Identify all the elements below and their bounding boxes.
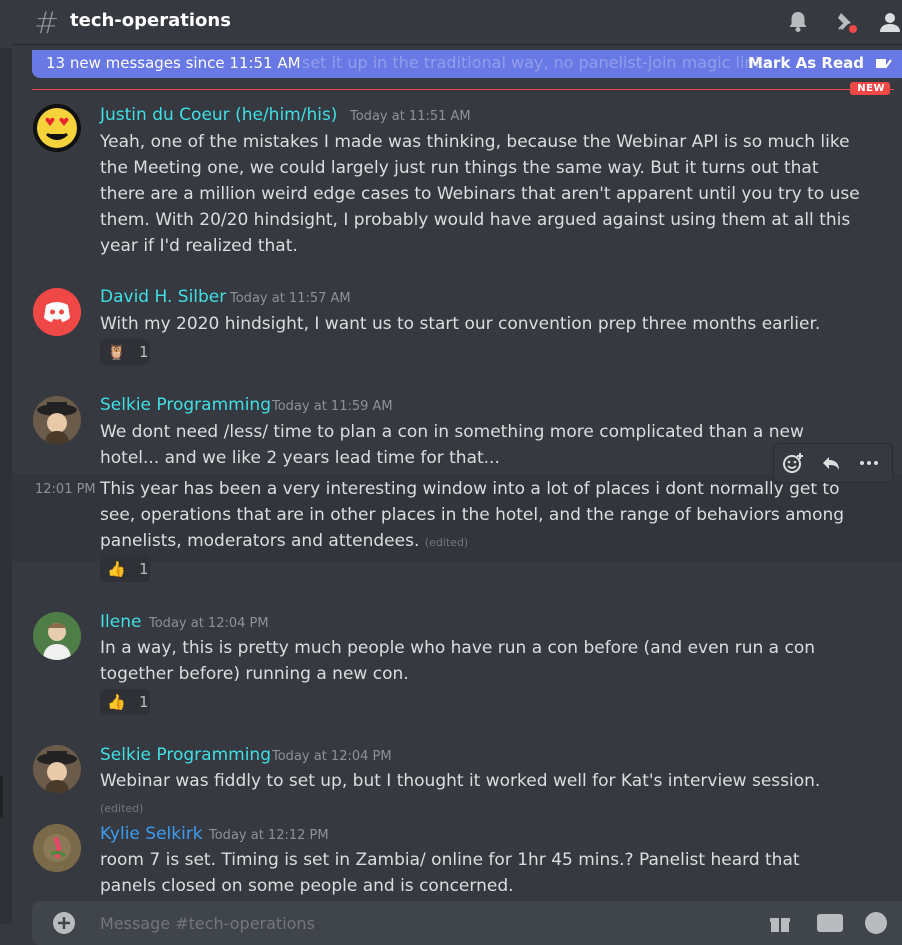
message-actions-bar: [773, 443, 893, 483]
message-author[interactable]: Selkie Programming: [100, 745, 271, 765]
message-input-bar: Message #tech-operations: [32, 901, 902, 945]
message-author[interactable]: Kylie Selkirk: [100, 824, 203, 844]
reply-icon[interactable]: [812, 444, 850, 482]
gif-icon[interactable]: [816, 911, 843, 935]
avatar-ilene[interactable]: [33, 612, 81, 660]
avatar-selkie[interactable]: [33, 396, 81, 444]
edited-tag: (edited): [424, 536, 469, 549]
message-side-timestamp: 12:01 PM: [35, 482, 96, 497]
message-text: In a way, this is pretty much people who…: [100, 638, 816, 684]
new-messages-bar[interactable]: set it up in the traditional way, no pan…: [32, 50, 902, 78]
avatar-david[interactable]: [33, 288, 81, 336]
reaction-count: 1: [139, 343, 149, 361]
avatar-justin[interactable]: [33, 104, 81, 152]
members-icon[interactable]: [876, 8, 902, 36]
avatar-kylie[interactable]: [33, 824, 81, 872]
avatar-selkie[interactable]: [33, 745, 81, 793]
bell-icon[interactable]: [784, 8, 812, 36]
message-text: Yeah, one of the mistakes I made was thi…: [100, 132, 860, 256]
add-reaction-icon[interactable]: [774, 444, 812, 482]
owl-icon: 🦉: [107, 343, 126, 361]
channel-header: # tech-operations: [12, 0, 902, 44]
thumbs-up-icon: 👍: [107, 560, 126, 578]
message-body: Webinar was fiddly to set up, but I thou…: [100, 771, 821, 791]
channel-title: tech-operations: [70, 10, 231, 31]
message-timestamp: Today at 11:59 AM: [272, 399, 393, 414]
message-timestamp: Today at 12:12 PM: [209, 828, 329, 843]
reaction-count: 1: [139, 693, 149, 711]
message-text: We dont need /less/ time to plan a con i…: [100, 422, 804, 468]
new-messages-divider: [32, 89, 894, 90]
message-text: room 7 is set. Timing is set in Zambia/ …: [100, 850, 800, 896]
emoji-icon[interactable]: [864, 911, 888, 935]
reaction-thumbs-up[interactable]: 👍 1: [100, 556, 150, 582]
server-sidebar-edge: [0, 48, 12, 924]
channel-hash-icon: #: [34, 6, 60, 41]
reaction-owl[interactable]: 🦉 1: [100, 339, 150, 365]
sidebar-scroll-knob: [0, 776, 3, 818]
message-author[interactable]: Ilene: [100, 612, 141, 632]
message-text: With my 2020 hindsight, I want us to sta…: [100, 314, 821, 334]
message-text: Webinar was fiddly to set up, but I thou…: [100, 768, 860, 822]
message-author[interactable]: Selkie Programming: [100, 395, 271, 415]
message-timestamp: Today at 12:04 PM: [272, 749, 392, 764]
mark-as-read-button[interactable]: Mark As Read: [748, 54, 864, 72]
gift-icon[interactable]: [768, 911, 792, 935]
message-timestamp: Today at 12:04 PM: [149, 616, 269, 631]
obscured-previous-text: set it up in the traditional way, no pan…: [302, 53, 773, 72]
attach-icon[interactable]: [52, 911, 76, 935]
reaction-thumbs-up[interactable]: 👍 1: [100, 689, 150, 715]
message-timestamp: Today at 11:57 AM: [230, 291, 351, 306]
new-badge: NEW: [850, 82, 890, 95]
pin-icon[interactable]: [832, 8, 860, 36]
edited-tag: (edited): [100, 802, 144, 815]
thumbs-up-icon: 👍: [107, 693, 126, 711]
message-author[interactable]: David H. Silber: [100, 287, 226, 307]
reaction-count: 1: [139, 560, 149, 578]
new-messages-label: 13 new messages since 11:51 AM: [46, 54, 301, 72]
mark-read-icon[interactable]: [874, 55, 892, 73]
message-author[interactable]: Justin du Coeur (he/him/his): [100, 105, 337, 125]
message-body: This year has been a very interesting wi…: [100, 479, 845, 551]
message-text: This year has been a very interesting wi…: [100, 476, 860, 556]
more-icon[interactable]: [850, 444, 888, 482]
message-timestamp: Today at 11:51 AM: [350, 109, 471, 124]
